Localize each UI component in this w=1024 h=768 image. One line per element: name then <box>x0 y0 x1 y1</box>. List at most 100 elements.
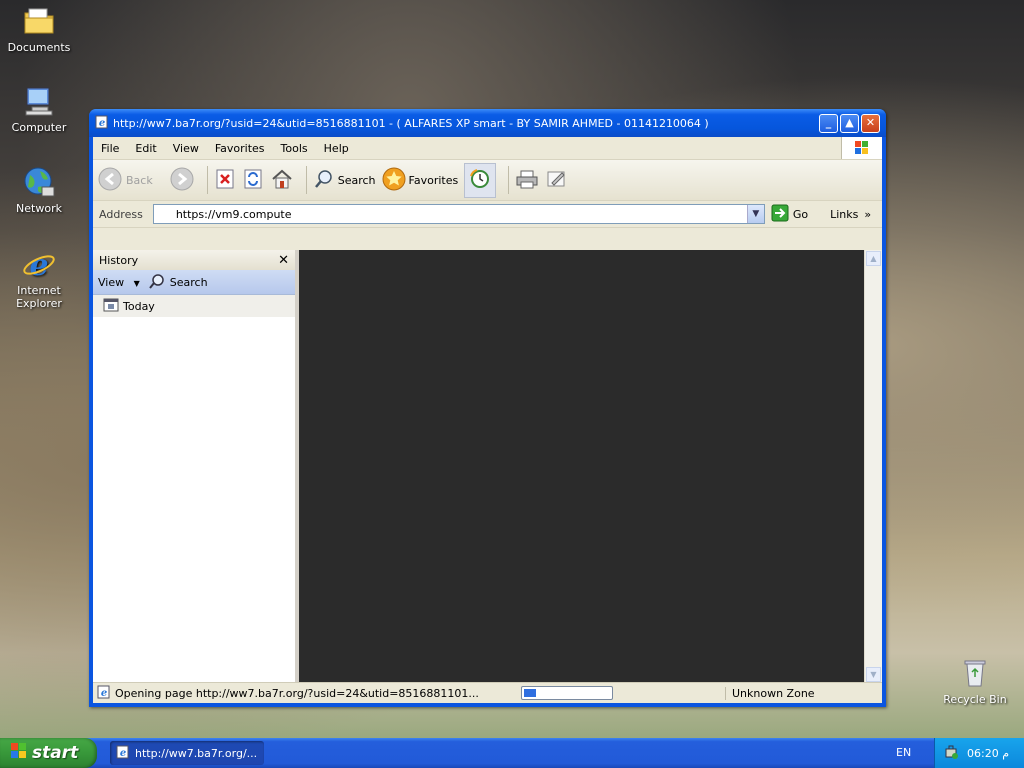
links-label: Links <box>830 207 859 221</box>
toolbar-separator <box>206 166 208 194</box>
close-pane-icon[interactable]: ✕ <box>278 253 289 268</box>
svg-text:e: e <box>101 688 107 699</box>
search-icon <box>313 168 335 193</box>
forward-button[interactable] <box>169 166 195 195</box>
history-button[interactable] <box>464 162 497 198</box>
stop-icon <box>214 168 236 193</box>
history-icon <box>468 167 492 194</box>
address-input[interactable] <box>173 206 738 222</box>
go-label: Go <box>792 207 809 221</box>
edit-button[interactable] <box>545 168 569 193</box>
menu-bar: File Edit View Favorites Tools Help <box>93 137 882 160</box>
minimize-icon: _ <box>825 115 832 129</box>
desktop-icon-label-line2: Explorer <box>16 297 62 310</box>
page-loading-icon: e <box>97 685 111 702</box>
maximize-button[interactable]: ▲ <box>840 113 859 133</box>
menu-file[interactable]: File <box>93 142 127 155</box>
search-label: Search <box>169 275 208 289</box>
menu-favorites[interactable]: Favorites <box>207 142 273 155</box>
menu-tools[interactable]: Tools <box>273 142 316 155</box>
go-button[interactable]: Go <box>771 204 808 225</box>
internet-explorer-window: e http://ww7.ba7r.org/?usid=24&utid=8516… <box>89 109 886 707</box>
close-button[interactable]: ✕ <box>861 113 880 133</box>
desktop-icon-internet-explorer[interactable]: e Internet Explorer <box>4 247 74 310</box>
address-field[interactable]: ▼ <box>152 204 765 224</box>
history-item-today[interactable]: Today <box>93 295 295 317</box>
back-label: Back <box>126 173 153 187</box>
favorites-button[interactable]: Favorites <box>382 167 459 194</box>
vertical-scrollbar[interactable]: ▲ ▼ <box>864 250 882 683</box>
progress-fill <box>524 689 536 697</box>
scroll-up-icon[interactable]: ▲ <box>866 251 881 266</box>
back-arrow-icon <box>97 166 123 195</box>
desktop-icon-label: Computer <box>11 121 67 134</box>
print-button[interactable] <box>515 168 539 193</box>
status-bar: e Opening page http://ww7.ba7r.org/?usid… <box>93 682 882 703</box>
history-item-label: Today <box>123 299 155 313</box>
taskbar: start e http://ww7.ba7r.org/... EN 06:20… <box>0 738 1024 768</box>
status-text-area: e Opening page http://ww7.ba7r.org/?usid… <box>93 685 507 702</box>
history-pane-title: History <box>99 253 139 267</box>
home-icon <box>270 168 294 193</box>
view-label: View <box>98 275 125 289</box>
chevron-down-icon: ▼ <box>133 278 140 288</box>
loading-progress-bar <box>521 686 613 700</box>
system-tray: 06:20 م <box>934 738 1024 768</box>
go-arrow-icon <box>771 204 789 225</box>
content-area: History ✕ View ▼ Search Today ▲ ▼ <box>93 250 882 683</box>
menu-help[interactable]: Help <box>316 142 357 155</box>
taskbar-item-internet-explorer[interactable]: e http://ww7.ba7r.org/... <box>110 741 264 765</box>
language-indicator[interactable]: EN <box>896 746 911 759</box>
desktop-icon-label-line1: Internet <box>17 284 61 297</box>
forward-arrow-icon <box>169 166 195 195</box>
windows-logo-icon <box>841 137 882 159</box>
desktop-icon-documents[interactable]: Documents <box>4 4 74 54</box>
desktop-icon-network[interactable]: Network <box>4 165 74 215</box>
history-pane-header: History ✕ <box>93 250 295 270</box>
history-pane-toolbar: View ▼ Search <box>93 270 295 295</box>
back-button[interactable]: Back <box>97 166 153 195</box>
desktop-icon-recycle-bin[interactable]: Recycle Bin <box>940 656 1010 706</box>
history-search-button[interactable]: Search <box>148 273 208 292</box>
search-button[interactable]: Search <box>313 168 376 193</box>
menu-edit[interactable]: Edit <box>127 142 164 155</box>
svg-text:e: e <box>29 248 48 281</box>
address-label: Address <box>99 207 143 221</box>
desktop-icon-label: Documents <box>7 41 71 54</box>
stop-button[interactable] <box>214 168 236 193</box>
desktop-icon-label: Recycle Bin <box>943 693 1007 706</box>
minimize-button[interactable]: _ <box>819 113 838 133</box>
history-pane: History ✕ View ▼ Search Today <box>93 250 299 683</box>
security-zone: Unknown Zone <box>725 686 882 700</box>
links-toolbar[interactable]: Links » <box>830 208 871 221</box>
favorites-star-icon <box>382 167 406 194</box>
computer-icon <box>22 84 56 118</box>
favorites-label: Favorites <box>408 173 459 187</box>
desktop-icon-computer[interactable]: Computer <box>4 84 74 134</box>
address-dropdown-button[interactable]: ▼ <box>746 205 764 223</box>
start-button[interactable]: start <box>0 738 97 768</box>
history-view-button[interactable]: View ▼ <box>98 276 140 289</box>
calendar-icon <box>103 298 119 315</box>
address-bar: Address ▼ Go Links » <box>93 201 882 228</box>
network-globe-icon <box>22 165 56 199</box>
web-page-viewport[interactable] <box>299 250 864 683</box>
windows-flag-icon <box>10 742 28 765</box>
clock[interactable]: 06:20 م <box>967 747 1009 760</box>
safely-remove-hardware-icon[interactable] <box>943 744 959 763</box>
window-body: File Edit View Favorites Tools Help Back <box>93 137 882 703</box>
svg-text:e: e <box>99 118 105 129</box>
window-title: http://ww7.ba7r.org/?usid=24&utid=851688… <box>113 116 709 130</box>
home-button[interactable] <box>270 168 294 193</box>
folder-icon <box>22 4 56 38</box>
maximize-icon: ▲ <box>845 115 854 129</box>
search-icon <box>148 273 166 292</box>
scroll-down-icon[interactable]: ▼ <box>866 667 881 682</box>
refresh-button[interactable] <box>242 168 264 193</box>
menu-view[interactable]: View <box>165 142 207 155</box>
edit-page-icon <box>545 168 569 193</box>
internet-explorer-icon: e <box>22 247 56 283</box>
search-label: Search <box>337 173 376 187</box>
chevron-down-icon: ▼ <box>752 209 760 219</box>
title-bar[interactable]: e http://ww7.ba7r.org/?usid=24&utid=8516… <box>89 109 886 137</box>
